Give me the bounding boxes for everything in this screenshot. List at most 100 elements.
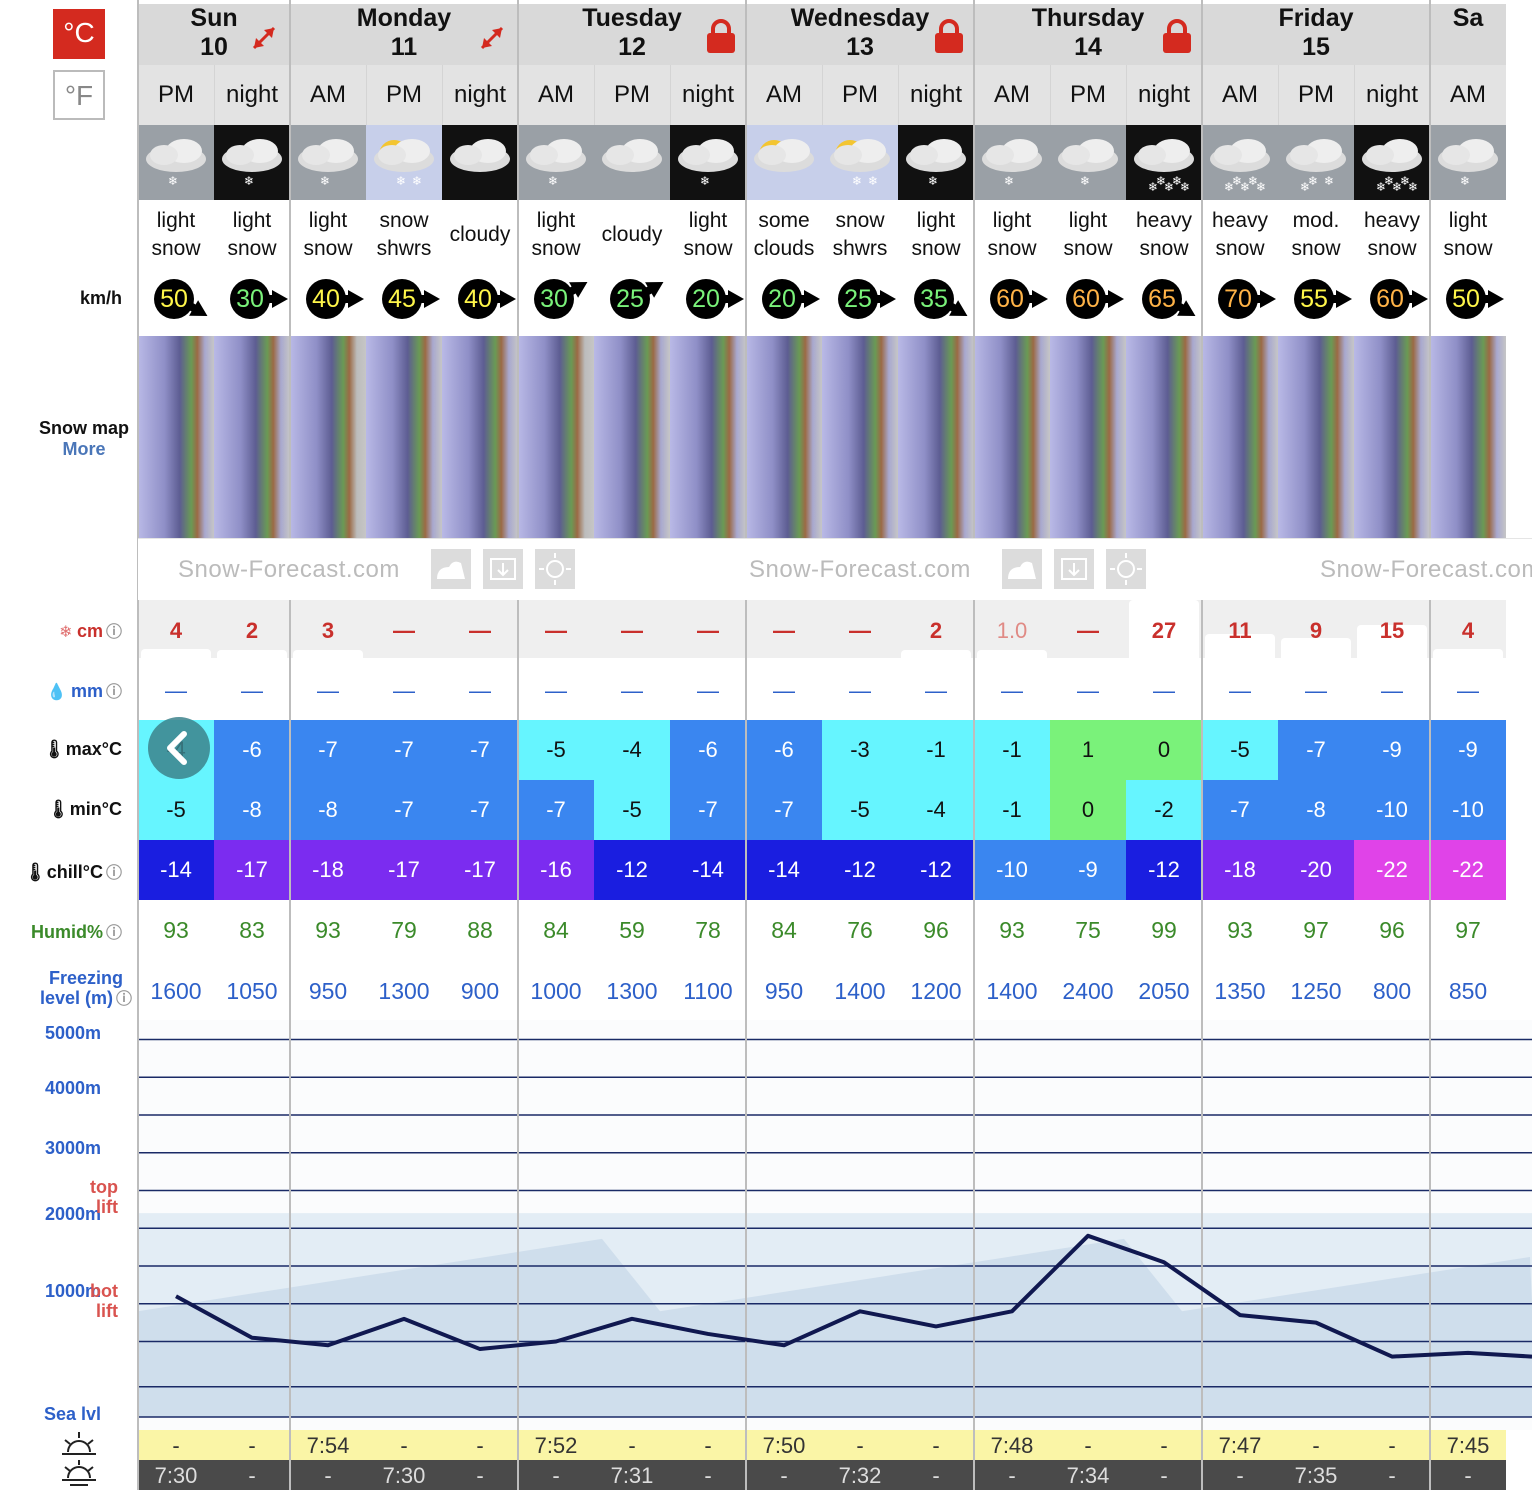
min-temp-cell: -10 bbox=[1354, 780, 1430, 840]
period-label: AM bbox=[974, 65, 1050, 125]
snow-map-tile[interactable] bbox=[442, 336, 518, 538]
snowflake-icon: ❄ bbox=[59, 624, 77, 641]
cloud-layer-icon[interactable] bbox=[1002, 549, 1042, 589]
alt-3000: 3000m bbox=[44, 1138, 101, 1158]
fahrenheit-button[interactable]: °F bbox=[53, 70, 105, 120]
day-header[interactable]: Sa bbox=[1430, 4, 1506, 65]
info-icon[interactable]: ⓘ bbox=[106, 684, 122, 701]
min-temp-cell: -8 bbox=[214, 780, 290, 840]
freezing-text-1: Freezing bbox=[48, 968, 123, 988]
sun-layer-icon[interactable] bbox=[1106, 549, 1146, 589]
snowfall-cell: — bbox=[746, 600, 822, 658]
expand-icon[interactable] bbox=[474, 20, 510, 56]
sunset-time: 7:34 bbox=[1050, 1460, 1126, 1490]
lock-icon[interactable] bbox=[1160, 18, 1194, 54]
period-label: AM bbox=[290, 65, 366, 125]
snow-map-more-link[interactable]: More bbox=[39, 439, 129, 460]
snow-map-tile[interactable] bbox=[1050, 336, 1126, 538]
freezing-level-value: 1400 bbox=[834, 978, 886, 1004]
weather-cloudy-night-icon bbox=[442, 125, 518, 200]
day-date: 15 bbox=[1302, 33, 1330, 61]
lock-icon[interactable] bbox=[704, 18, 738, 54]
desc-line-2: snow bbox=[683, 237, 733, 260]
max-temp-cell: -6 bbox=[746, 720, 822, 780]
snow-map-tile[interactable] bbox=[594, 336, 670, 538]
humidity-value: 83 bbox=[239, 917, 265, 943]
info-icon[interactable]: ⓘ bbox=[106, 865, 122, 882]
snow-map-tile[interactable] bbox=[518, 336, 594, 538]
chill-temp-cell: -14 bbox=[138, 840, 214, 900]
raindrop-icon: 💧 bbox=[46, 684, 71, 701]
weather-description: heavy snow bbox=[1126, 204, 1202, 266]
precip-layer-icon[interactable] bbox=[1054, 549, 1094, 589]
humidity-text: Humid% bbox=[30, 922, 103, 942]
freezing-level-value: 800 bbox=[1372, 978, 1412, 1004]
snow-map-tile[interactable] bbox=[1278, 336, 1354, 538]
wind-indicator: 60 bbox=[1064, 278, 1124, 322]
freezing-level-value: 1200 bbox=[910, 978, 962, 1004]
svg-text:40: 40 bbox=[464, 285, 492, 313]
snow-map-tile[interactable] bbox=[974, 336, 1050, 538]
snowfall-value: 1.0 bbox=[996, 618, 1028, 643]
info-icon[interactable]: ⓘ bbox=[106, 624, 122, 641]
wind-indicator: 35 bbox=[912, 278, 972, 322]
sunset-time: - bbox=[746, 1460, 822, 1490]
precip-layer-icon[interactable] bbox=[483, 549, 523, 589]
wind-indicator: 50 bbox=[1444, 278, 1504, 322]
period-label: AM bbox=[746, 65, 822, 125]
rain-value: — bbox=[621, 678, 643, 703]
chill-temp-cell: -16 bbox=[518, 840, 594, 900]
lock-icon[interactable] bbox=[932, 18, 966, 54]
scroll-back-button[interactable] bbox=[148, 717, 210, 779]
humidity-value: 97 bbox=[1455, 917, 1481, 943]
snow-map-tile[interactable] bbox=[746, 336, 822, 538]
snow-map-tile[interactable] bbox=[1126, 336, 1202, 538]
sunrise-time: - bbox=[1126, 1430, 1202, 1460]
humidity-value: 93 bbox=[163, 917, 189, 943]
svg-text:❄: ❄ bbox=[396, 174, 406, 188]
sunset-time: - bbox=[442, 1460, 518, 1490]
humidity-value: 84 bbox=[771, 917, 797, 943]
celsius-button[interactable]: °C bbox=[53, 9, 105, 59]
min-temp-cell: 0 bbox=[1050, 780, 1126, 840]
sunrise-time: 7:54 bbox=[290, 1430, 366, 1460]
snow-map-tile[interactable] bbox=[1354, 336, 1430, 538]
freezing-level-value: 850 bbox=[1448, 978, 1488, 1004]
snow-map-tile[interactable] bbox=[290, 336, 366, 538]
info-icon[interactable]: ⓘ bbox=[106, 925, 122, 942]
rain-value: — bbox=[773, 678, 795, 703]
desc-line-2: cloudy bbox=[449, 223, 511, 246]
alt-5000: 5000m bbox=[44, 1023, 101, 1043]
sunrise-time: - bbox=[1354, 1430, 1430, 1460]
sun-layer-icon[interactable] bbox=[535, 549, 575, 589]
snow-map-tile[interactable] bbox=[1430, 336, 1506, 538]
period-label: AM bbox=[518, 65, 594, 125]
chill-temp-cell: -17 bbox=[214, 840, 290, 900]
snow-map-tile[interactable] bbox=[898, 336, 974, 538]
snow-map-tile[interactable] bbox=[214, 336, 290, 538]
snow-map-tile[interactable] bbox=[138, 336, 214, 538]
weather-light-snow-icon: ❄ bbox=[518, 125, 594, 200]
period-label: PM bbox=[594, 65, 670, 125]
column-separator bbox=[366, 65, 367, 125]
snow-map-tile[interactable] bbox=[366, 336, 442, 538]
desc-line-2: snow bbox=[1443, 237, 1493, 260]
snow-map-tile[interactable] bbox=[822, 336, 898, 538]
top-lift-label: top lift bbox=[60, 1177, 118, 1217]
svg-text:❄: ❄ bbox=[168, 174, 178, 188]
svg-text:70: 70 bbox=[1224, 285, 1252, 313]
desc-line-1: mod. bbox=[1292, 209, 1340, 232]
snow-map-tile[interactable] bbox=[1202, 336, 1278, 538]
rain-value: — bbox=[469, 678, 491, 703]
svg-text:20: 20 bbox=[768, 285, 796, 313]
weather-light-snow-night-icon: ❄ bbox=[898, 125, 974, 200]
weather-description: light snow bbox=[290, 204, 366, 266]
info-icon[interactable]: ⓘ bbox=[116, 991, 132, 1008]
cloud-layer-icon[interactable] bbox=[431, 549, 471, 589]
sunrise-time: - bbox=[594, 1430, 670, 1460]
expand-icon[interactable] bbox=[246, 20, 282, 56]
snow-map-tile[interactable] bbox=[670, 336, 746, 538]
snow-cm-label: ❄ cm ⓘ bbox=[59, 618, 122, 642]
day-header[interactable]: Friday 15 bbox=[1202, 4, 1430, 65]
snowfall-cell: — bbox=[366, 600, 442, 658]
